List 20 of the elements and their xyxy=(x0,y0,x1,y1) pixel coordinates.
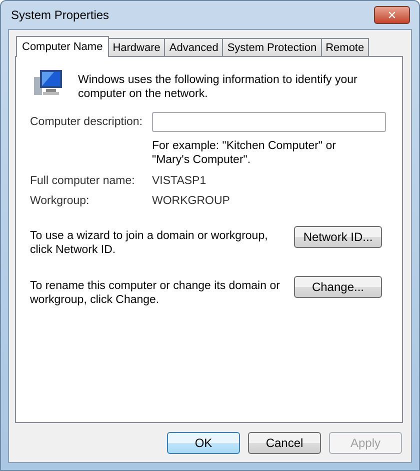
instruction-text: To use a wizard to join a domain or workgroup, click Network ID. xyxy=(30,229,269,257)
tab[interactable]: Advanced xyxy=(164,38,224,56)
field-value: VISTASP1 xyxy=(152,175,208,187)
tab[interactable]: Remote xyxy=(320,38,370,56)
intro-text: Windows uses the following information to identify your computer on the network. xyxy=(78,73,358,101)
instruction-text: To rename this computer or change its domain or workgroup, click Change. xyxy=(30,279,280,307)
field-value: WORKGROUP xyxy=(152,195,231,207)
window-title: System Properties xyxy=(10,8,110,22)
dialog-button[interactable]: OK xyxy=(167,432,240,454)
tab[interactable]: Hardware xyxy=(108,38,166,56)
dialog-button[interactable]: Cancel xyxy=(248,432,321,454)
action-button[interactable]: Change... xyxy=(294,276,382,298)
example-text: For example: "Kitchen Computer" or "Mary's Computer". xyxy=(152,139,337,167)
field-label: Computer description: xyxy=(30,116,144,128)
tab[interactable]: Computer Name xyxy=(16,36,109,57)
description-field[interactable] xyxy=(152,112,386,132)
action-button[interactable]: Network ID... xyxy=(294,226,382,248)
field-label: Workgroup: xyxy=(30,195,90,207)
field-label: Full computer name: xyxy=(30,175,136,187)
tab[interactable]: System Protection xyxy=(222,38,322,56)
